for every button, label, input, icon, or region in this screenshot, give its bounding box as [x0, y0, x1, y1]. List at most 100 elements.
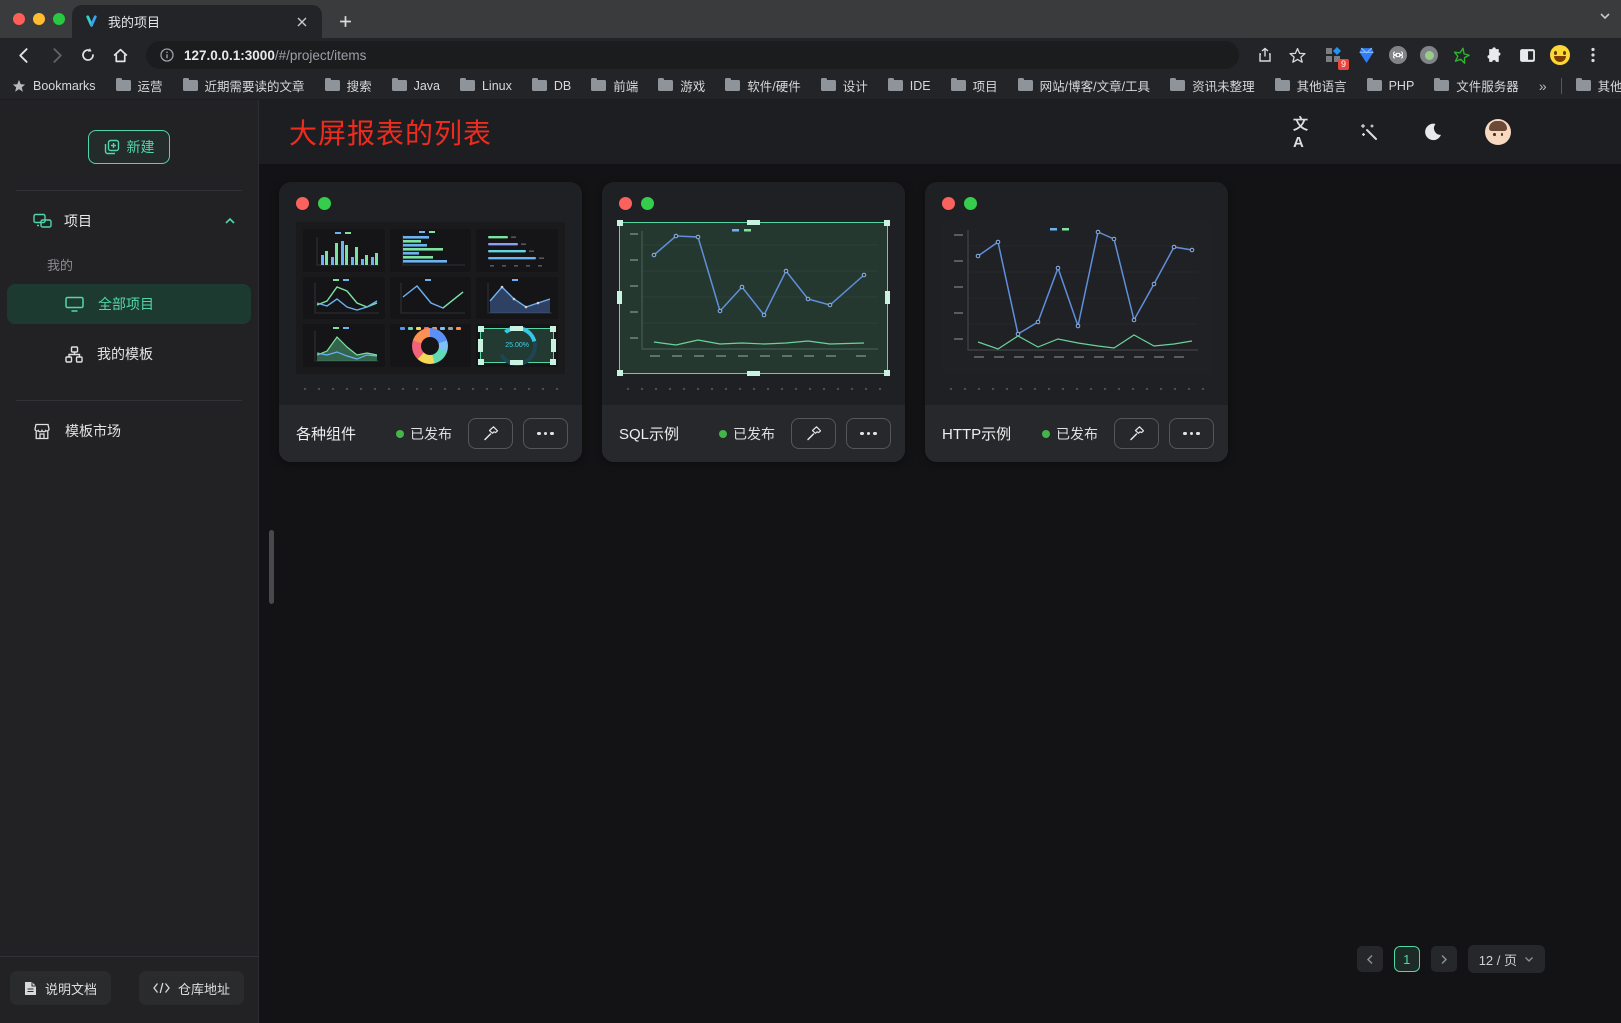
folder-icon [325, 80, 340, 91]
new-project-button[interactable]: 新建 [88, 130, 170, 164]
project-card[interactable]: HTTP示例 已发布 [925, 182, 1228, 462]
project-thumbnail[interactable]: 25.00% [296, 222, 565, 374]
reload-icon[interactable] [74, 41, 102, 69]
hammer-icon [482, 425, 499, 442]
page-size-select[interactable]: 12 / 页 [1468, 945, 1545, 973]
next-page-button[interactable] [1431, 946, 1457, 972]
chevron-up-icon[interactable] [224, 217, 236, 225]
tab-close-icon[interactable] [294, 14, 310, 30]
bookmark-folder-label: 软件/硬件 [747, 76, 800, 95]
share-icon[interactable] [1251, 41, 1279, 69]
bookmark-folder[interactable]: 设计 [821, 76, 868, 95]
home-icon[interactable] [106, 41, 134, 69]
window-titlebar: 我的项目 [0, 0, 1621, 38]
forward-icon[interactable] [42, 41, 70, 69]
language-icon[interactable]: 文A [1293, 120, 1317, 144]
other-bookmarks[interactable]: 其他书签 [1576, 76, 1621, 95]
bookmark-folder[interactable]: 运营 [116, 76, 163, 95]
side-panel-icon[interactable] [1517, 45, 1537, 65]
profile-avatar-icon[interactable] [1550, 45, 1570, 65]
bookmarks-overflow-chevron[interactable]: » [1539, 78, 1547, 94]
more-button[interactable] [846, 418, 891, 449]
address-bar[interactable]: 127.0.0.1:3000/#/project/items [146, 41, 1239, 69]
chevron-left-icon [1366, 954, 1374, 965]
edit-button[interactable] [791, 418, 836, 449]
project-card[interactable]: SQL示例 已发布 [602, 182, 905, 462]
bookmark-folder[interactable]: 文件服务器 [1434, 76, 1519, 95]
storefront-icon [33, 423, 51, 440]
dark-mode-moon-icon[interactable] [1421, 120, 1445, 144]
user-avatar[interactable] [1485, 119, 1511, 145]
sidebar-item-my-templates[interactable]: 我的模板 [7, 334, 251, 374]
magic-wand-icon[interactable] [1357, 120, 1381, 144]
card-title: HTTP示例 [942, 423, 1032, 444]
sidebar-item-all-projects[interactable]: 全部项目 [7, 284, 251, 324]
sidebar-section-project[interactable]: 项目 [0, 199, 258, 243]
more-button[interactable] [523, 418, 568, 449]
edit-button[interactable] [1114, 418, 1159, 449]
bookmark-folder-label: 文件服务器 [1456, 76, 1519, 95]
bookmark-folder[interactable]: Java [392, 79, 440, 93]
card-decoration-dots [279, 182, 582, 222]
bookmark-folder[interactable]: PHP [1367, 79, 1415, 93]
bookmark-folder-label: 前端 [613, 76, 638, 95]
bookmark-folder[interactable]: Linux [460, 79, 512, 93]
prev-page-button[interactable] [1357, 946, 1383, 972]
bookmark-folder-label: 搜索 [347, 76, 372, 95]
red-dot [619, 197, 632, 210]
edit-button[interactable] [468, 418, 513, 449]
extension-grid-icon[interactable]: 9 [1323, 45, 1343, 65]
back-icon[interactable] [10, 41, 38, 69]
bookmarks-root[interactable]: Bookmarks [12, 79, 96, 93]
browser-menu-icon[interactable] [1583, 45, 1603, 65]
mini-line-chart [390, 277, 472, 320]
bookmark-folder[interactable]: 前端 [591, 76, 638, 95]
bookmark-folder[interactable]: 近期需要读的文章 [183, 76, 305, 95]
project-cards: 25.00% 各种组件 已发布 [259, 164, 1621, 480]
site-info-icon[interactable] [160, 48, 174, 62]
extension-command-icon[interactable] [1389, 46, 1407, 64]
mini-gauge-chart: 25.00% [476, 324, 558, 367]
more-button[interactable] [1169, 418, 1214, 449]
page-number-button[interactable]: 1 [1394, 946, 1420, 972]
bookmark-folder[interactable]: 软件/硬件 [725, 76, 800, 95]
project-thumbnail[interactable] [942, 222, 1211, 374]
folder-icon [392, 80, 407, 91]
window-minimize-button[interactable] [33, 13, 45, 25]
url-path: /#/project/items [275, 48, 367, 63]
window-zoom-button[interactable] [53, 13, 65, 25]
extension-record-icon[interactable] [1420, 46, 1438, 64]
star-icon [12, 79, 26, 93]
status-dot [396, 430, 404, 438]
bookmark-folder[interactable]: 其他语言 [1275, 76, 1347, 95]
project-thumbnail[interactable] [619, 222, 888, 374]
folder-icon [821, 80, 836, 91]
extension-gem-icon[interactable] [1356, 45, 1376, 65]
window-close-button[interactable] [13, 13, 25, 25]
line-chart-thumbnail [620, 223, 887, 373]
new-tab-button[interactable] [334, 10, 356, 32]
bookmarks-folders: 运营 近期需要读的文章 搜索 Java Linux DB 前端 游戏 软件/硬件 设计 IDE 项目 网… [116, 76, 1519, 95]
bookmark-folder-label: DB [554, 79, 571, 93]
tab-search-chevron-icon[interactable] [1599, 12, 1611, 20]
repo-button[interactable]: 仓库地址 [139, 971, 244, 1005]
bookmark-star-icon[interactable] [1283, 41, 1311, 69]
extension-star-icon[interactable] [1451, 45, 1471, 65]
docs-button[interactable]: 说明文档 [10, 971, 111, 1005]
project-card[interactable]: 25.00% 各种组件 已发布 [279, 182, 582, 462]
bookmark-folder[interactable]: 项目 [951, 76, 998, 95]
bookmark-folder-label: Java [414, 79, 440, 93]
bookmark-folder[interactable]: 网站/博客/文章/工具 [1018, 76, 1150, 95]
extensions-puzzle-icon[interactable] [1484, 45, 1504, 65]
window-controls [13, 13, 65, 25]
browser-tab[interactable]: 我的项目 [72, 5, 322, 38]
bookmark-folder[interactable]: IDE [888, 79, 931, 93]
bookmark-folder[interactable]: DB [532, 79, 571, 93]
page-title: 大屏报表的列表 [289, 112, 492, 152]
scrollbar-thumb[interactable] [269, 530, 274, 604]
dotted-separator [942, 386, 1211, 390]
sidebar-item-template-market[interactable]: 模板市场 [7, 411, 251, 451]
bookmark-folder[interactable]: 游戏 [658, 76, 705, 95]
bookmark-folder[interactable]: 搜索 [325, 76, 372, 95]
bookmark-folder[interactable]: 资讯未整理 [1170, 76, 1255, 95]
